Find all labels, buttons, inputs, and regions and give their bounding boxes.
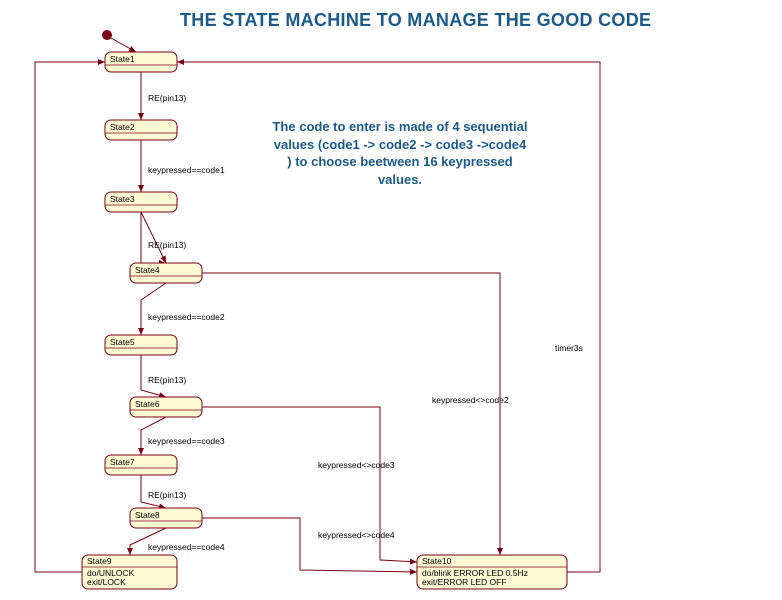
svg-text:State7: State7	[110, 457, 135, 467]
transition-label: RE(pin13)	[148, 240, 186, 250]
svg-text:exit/ERROR LED OFF: exit/ERROR LED OFF	[422, 577, 507, 587]
transition-line	[202, 273, 500, 555]
svg-text:State2: State2	[110, 122, 135, 132]
svg-text:State4: State4	[135, 265, 160, 275]
transition-label: RE(pin13)	[148, 93, 186, 103]
state-node-state9: State9 do/UNLOCK exit/LOCK	[82, 555, 177, 589]
svg-text:State10: State10	[422, 556, 452, 566]
state-node-state10: State10 do/blink ERROR LED 0.5Hz exit/ER…	[417, 555, 567, 589]
transition-label: keypressed==code4	[148, 542, 225, 552]
svg-text:do/blink ERROR LED 0.5Hz: do/blink ERROR LED 0.5Hz	[422, 568, 528, 578]
transition-label: keypressed<>code3	[318, 460, 395, 470]
transition-line	[141, 283, 166, 335]
transition-line	[141, 212, 166, 263]
diagram-title: THE STATE MACHINE TO MANAGE THE GOOD COD…	[180, 10, 651, 31]
transition-label: keypressed==code1	[148, 165, 225, 175]
svg-text:do/UNLOCK: do/UNLOCK	[87, 568, 135, 578]
transition-line	[111, 38, 136, 52]
state-node-state1: State1	[105, 52, 177, 72]
state-node-state8: State8	[130, 508, 202, 528]
transition-label: keypressed<>code2	[432, 395, 509, 405]
diagram-svg: State1 State2 State3 State4 State5 State…	[0, 0, 782, 600]
svg-text:State5: State5	[110, 337, 135, 347]
state-node-state7: State7	[105, 455, 177, 475]
transition-label: RE(pin13)	[148, 375, 186, 385]
state-node-state4: State4	[130, 263, 202, 283]
svg-text:exit/LOCK: exit/LOCK	[87, 577, 126, 587]
transition-label: timer3s	[555, 343, 583, 353]
state-node-state5: State5	[105, 335, 177, 355]
diagram-canvas: THE STATE MACHINE TO MANAGE THE GOOD COD…	[0, 0, 782, 600]
svg-text:State8: State8	[135, 510, 160, 520]
state-node-state3: State3	[105, 192, 177, 212]
svg-text:State9: State9	[87, 556, 112, 566]
transition-label: RE(pin13)	[148, 490, 186, 500]
svg-text:State1: State1	[110, 54, 135, 64]
transition-label: keypressed==code2	[148, 312, 225, 322]
transition-line	[141, 212, 166, 263]
state-node-state2: State2	[105, 120, 177, 140]
initial-node	[102, 30, 112, 40]
svg-text:State3: State3	[110, 194, 135, 204]
state-node-state6: State6	[130, 397, 202, 417]
transition-label: keypressed<>code4	[318, 530, 395, 540]
transition-line	[35, 62, 105, 572]
transition-label: keypressed==code3	[148, 436, 225, 446]
svg-text:State6: State6	[135, 399, 160, 409]
diagram-description: The code to enter is made of 4 sequentia…	[270, 118, 530, 188]
transition-line	[202, 518, 417, 572]
